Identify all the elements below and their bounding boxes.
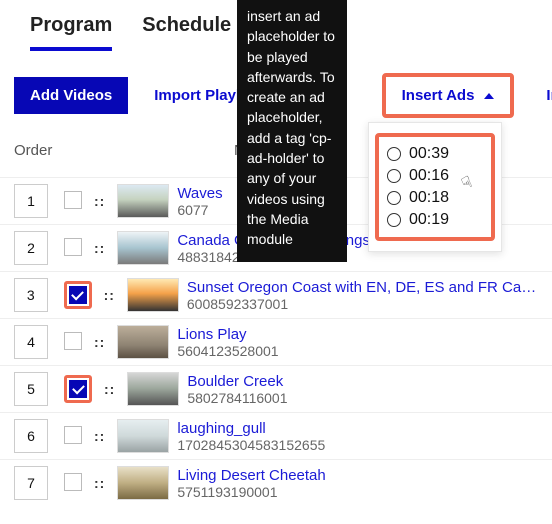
row-meta: Waves6077 — [177, 185, 222, 218]
row-checkbox-wrap — [64, 281, 92, 310]
row-checkbox[interactable] — [64, 191, 82, 209]
order-box[interactable]: 2 — [14, 231, 48, 265]
table-row: 6::laughing_gull1702845304583152655 — [0, 412, 552, 459]
drag-handle-icon[interactable]: :: — [100, 287, 119, 303]
radio-icon — [387, 191, 401, 205]
video-title[interactable]: Sunset Oregon Coast with EN, DE, ES and … — [187, 279, 542, 296]
row-checkbox-wrap — [64, 426, 82, 447]
add-videos-button[interactable]: Add Videos — [14, 77, 128, 114]
insert-ads-highlight: Insert Ads — [382, 73, 515, 118]
thumbnail[interactable] — [127, 278, 179, 312]
video-title[interactable]: Waves — [177, 185, 222, 202]
tooltip: insert an ad placeholder to be played af… — [237, 0, 347, 262]
insert-ads-dropdown: 00:39 00:16 00:18 00:19 — [368, 122, 502, 252]
ads-option-label: 00:39 — [409, 145, 449, 163]
video-id: 1702845304583152655 — [177, 437, 325, 453]
order-box[interactable]: 1 — [14, 184, 48, 218]
drag-handle-icon[interactable]: :: — [90, 475, 109, 491]
thumbnail[interactable] — [117, 419, 169, 453]
drag-handle-icon[interactable]: :: — [90, 334, 109, 350]
ads-option-label: 00:19 — [409, 211, 449, 229]
header-order: Order — [14, 142, 134, 159]
insert-ads-label: Insert Ads — [402, 87, 475, 104]
row-checkbox[interactable] — [64, 332, 82, 350]
thumbnail[interactable] — [117, 466, 169, 500]
row-meta: laughing_gull1702845304583152655 — [177, 420, 325, 453]
order-box[interactable]: 7 — [14, 466, 48, 500]
row-checkbox-wrap — [64, 191, 82, 212]
order-box[interactable]: 6 — [14, 419, 48, 453]
video-id: 5751193190001 — [177, 484, 325, 500]
video-id: 6008592337001 — [187, 296, 542, 312]
order-box[interactable]: 4 — [14, 325, 48, 359]
thumbnail[interactable] — [117, 184, 169, 218]
ads-option-label: 00:18 — [409, 189, 449, 207]
video-title[interactable]: Lions Play — [177, 326, 278, 343]
row-meta: Lions Play5604123528001 — [177, 326, 278, 359]
video-title[interactable]: Living Desert Cheetah — [177, 467, 325, 484]
row-meta: Living Desert Cheetah5751193190001 — [177, 467, 325, 500]
drag-handle-icon[interactable]: :: — [90, 193, 109, 209]
ads-option[interactable]: 00:19 — [387, 209, 483, 231]
video-title[interactable]: laughing_gull — [177, 420, 325, 437]
row-meta: Sunset Oregon Coast with EN, DE, ES and … — [187, 279, 542, 312]
insert-ads-options-highlight: 00:39 00:16 00:18 00:19 — [375, 133, 495, 241]
table-row: 3::Sunset Oregon Coast with EN, DE, ES a… — [0, 271, 552, 318]
insert-partial-button[interactable]: Insert — [530, 77, 552, 114]
chevron-up-icon — [484, 93, 494, 99]
video-title[interactable]: Boulder Creek — [187, 373, 287, 390]
thumbnail[interactable] — [117, 231, 169, 265]
row-checkbox-wrap — [64, 238, 82, 259]
row-checkbox-wrap — [64, 473, 82, 494]
order-box[interactable]: 5 — [14, 372, 48, 406]
table-row: 5::Boulder Creek5802784116001 — [0, 365, 552, 412]
row-meta: Boulder Creek5802784116001 — [187, 373, 287, 406]
ads-option[interactable]: 00:18 — [387, 187, 483, 209]
row-checkbox[interactable] — [64, 426, 82, 444]
radio-icon — [387, 147, 401, 161]
drag-handle-icon[interactable]: :: — [90, 240, 109, 256]
tab-schedule[interactable]: Schedule — [142, 8, 231, 51]
row-checkbox-wrap — [64, 375, 92, 404]
row-checkbox-wrap — [64, 332, 82, 353]
ads-option[interactable]: 00:16 — [387, 165, 483, 187]
table-row: 4::Lions Play5604123528001 — [0, 318, 552, 365]
ads-option-label: 00:16 — [409, 167, 449, 185]
table-row: 7::Living Desert Cheetah5751193190001 — [0, 459, 552, 506]
drag-handle-icon[interactable]: :: — [90, 428, 109, 444]
radio-icon — [387, 169, 401, 183]
thumbnail[interactable] — [117, 325, 169, 359]
row-checkbox[interactable] — [64, 238, 82, 256]
tab-program[interactable]: Program — [30, 8, 112, 51]
radio-icon — [387, 213, 401, 227]
row-checkbox[interactable] — [69, 380, 87, 398]
drag-handle-icon[interactable]: :: — [100, 381, 119, 397]
ads-option[interactable]: 00:39 — [387, 143, 483, 165]
video-id: 5604123528001 — [177, 343, 278, 359]
row-checkbox[interactable] — [69, 286, 87, 304]
thumbnail[interactable] — [127, 372, 179, 406]
video-id: 6077 — [177, 202, 222, 218]
row-checkbox[interactable] — [64, 473, 82, 491]
order-box[interactable]: 3 — [14, 278, 48, 312]
insert-ads-button[interactable]: Insert Ads — [386, 77, 511, 114]
video-id: 5802784116001 — [187, 390, 287, 406]
